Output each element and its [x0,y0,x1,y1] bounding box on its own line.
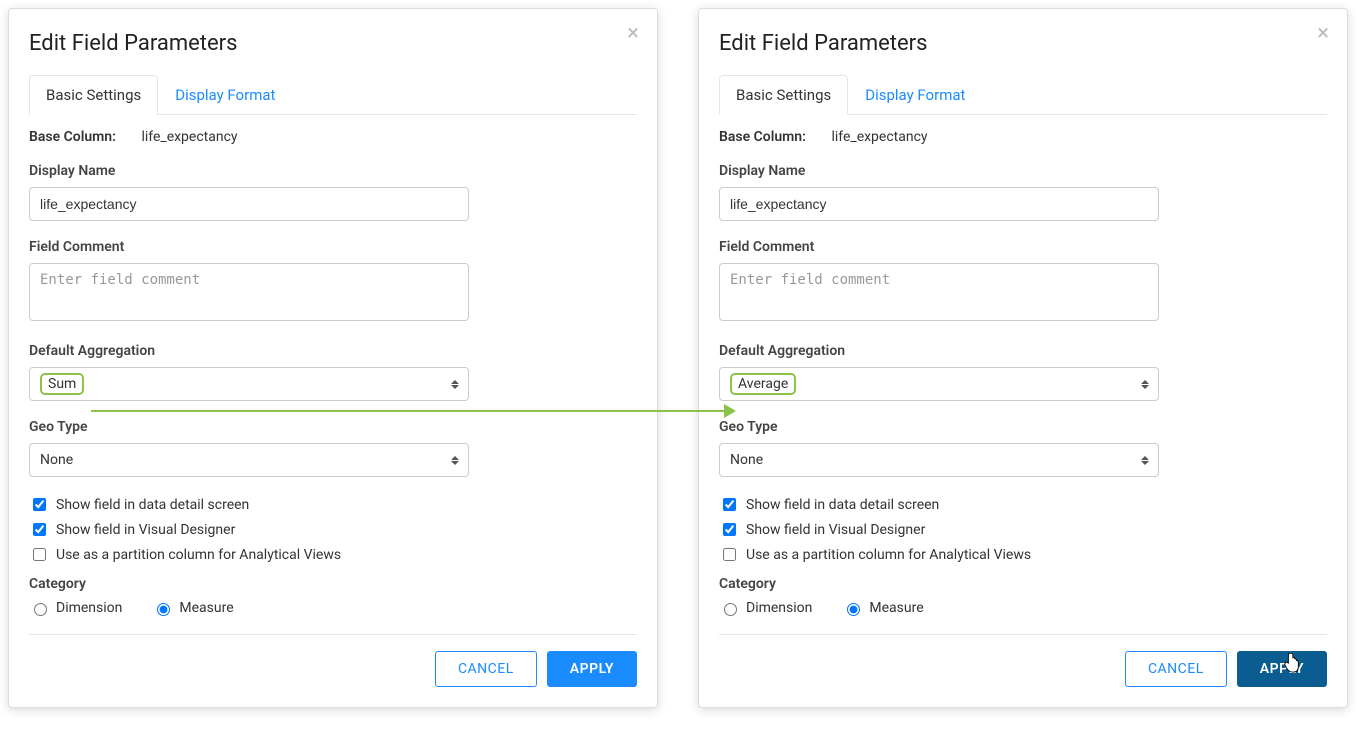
base-column-value: life_expectancy [831,129,927,145]
tab-basic-settings[interactable]: Basic Settings [29,75,158,115]
display-name-label: Display Name [719,163,1327,179]
category-label: Category [29,576,637,592]
base-column-value: life_expectancy [141,129,237,145]
measure-label: Measure [869,600,923,616]
partition-checkbox[interactable] [723,548,736,561]
partition-checkbox[interactable] [33,548,46,561]
geo-type-value: None [730,452,763,468]
base-column-label: Base Column: [719,129,806,145]
apply-button[interactable]: APPLY [547,651,637,687]
apply-button[interactable]: APPLY [1237,651,1327,687]
measure-radio[interactable] [157,603,170,616]
annotation-arrow-head-icon [724,404,736,418]
field-comment-label: Field Comment [29,239,637,255]
default-aggregation-label: Default Aggregation [719,343,1327,359]
geo-type-label: Geo Type [29,419,637,435]
geo-type-select[interactable]: None [719,443,1159,477]
close-icon[interactable]: × [627,23,639,45]
dialog-title: Edit Field Parameters [29,31,637,56]
geo-type-label: Geo Type [719,419,1327,435]
cancel-button[interactable]: CANCEL [1125,651,1227,687]
default-aggregation-select[interactable]: Average [719,367,1159,401]
show-designer-label: Show field in Visual Designer [56,522,235,538]
field-comment-input[interactable] [719,263,1159,321]
show-designer-checkbox[interactable] [723,523,736,536]
dimension-radio[interactable] [34,603,47,616]
geo-type-value: None [40,452,73,468]
field-comment-input[interactable] [29,263,469,321]
default-aggregation-select[interactable]: Sum [29,367,469,401]
aggregation-value: Sum [48,376,76,393]
close-icon[interactable]: × [1317,23,1329,45]
partition-label: Use as a partition column for Analytical… [56,547,341,563]
show-detail-label: Show field in data detail screen [56,497,249,513]
dialog-title: Edit Field Parameters [719,31,1327,56]
geo-type-select[interactable]: None [29,443,469,477]
category-label: Category [719,576,1327,592]
select-caret-icon [448,451,462,469]
select-caret-icon [1138,375,1152,393]
base-column-label: Base Column: [29,129,116,145]
display-name-label: Display Name [29,163,637,179]
select-caret-icon [1138,451,1152,469]
show-detail-checkbox[interactable] [723,498,736,511]
tab-display-format[interactable]: Display Format [848,75,982,115]
dimension-label: Dimension [56,600,122,616]
display-name-input[interactable] [29,187,469,221]
show-detail-checkbox[interactable] [33,498,46,511]
edit-field-dialog-right: × Edit Field Parameters Basic Settings D… [698,8,1348,708]
field-comment-label: Field Comment [719,239,1327,255]
tabs: Basic Settings Display Format [29,74,637,115]
cancel-button[interactable]: CANCEL [435,651,537,687]
show-designer-checkbox[interactable] [33,523,46,536]
select-caret-icon [448,375,462,393]
default-aggregation-label: Default Aggregation [29,343,637,359]
show-designer-label: Show field in Visual Designer [746,522,925,538]
tab-basic-settings[interactable]: Basic Settings [719,75,848,115]
cursor-pointer-icon [1283,653,1301,675]
show-detail-label: Show field in data detail screen [746,497,939,513]
dimension-radio[interactable] [724,603,737,616]
edit-field-dialog-left: × Edit Field Parameters Basic Settings D… [8,8,658,708]
display-name-input[interactable] [719,187,1159,221]
aggregation-value: Average [738,376,788,393]
partition-label: Use as a partition column for Analytical… [746,547,1031,563]
tab-display-format[interactable]: Display Format [158,75,292,115]
measure-label: Measure [179,600,233,616]
dimension-label: Dimension [746,600,812,616]
annotation-arrow-line [91,410,729,412]
measure-radio[interactable] [847,603,860,616]
tabs: Basic Settings Display Format [719,74,1327,115]
